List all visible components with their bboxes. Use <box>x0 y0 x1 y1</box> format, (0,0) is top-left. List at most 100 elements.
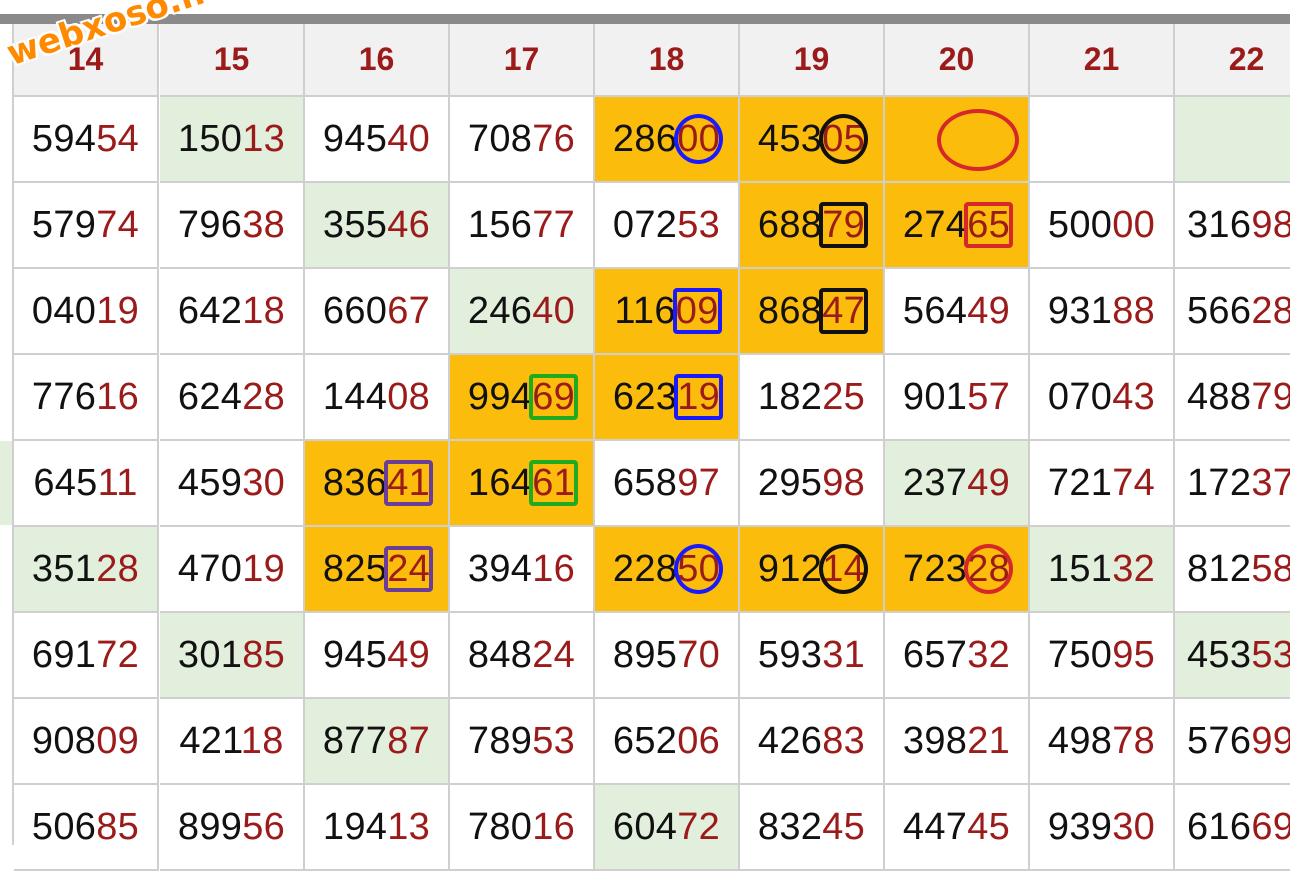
number-tail: 77 <box>532 203 576 246</box>
number-head: 688 <box>757 203 823 246</box>
result-number: 65897 <box>613 462 720 505</box>
number-tail: 38 <box>242 203 286 246</box>
number-tail: 53 <box>1251 633 1290 676</box>
number-head: 645 <box>33 461 98 504</box>
result-cell: 64511 <box>14 441 159 527</box>
result-cell <box>885 97 1030 183</box>
result-number: 07043 <box>1048 376 1155 419</box>
result-cell: 35546 <box>305 183 450 269</box>
lottery-results-table: 14 15 16 17 18 19 20 21 22 59454 15013 94540 70876 28… <box>0 0 1290 871</box>
number-head: 721 <box>1047 461 1113 504</box>
number-tail: 19 <box>96 289 140 332</box>
number-head: 877 <box>322 719 388 762</box>
result-cell: 59454 <box>14 97 159 183</box>
result-cell: 28600 <box>595 97 740 183</box>
number-head: 848 <box>467 633 533 676</box>
number-tail: 97 <box>677 461 721 504</box>
number-tail: 49 <box>967 461 1011 504</box>
result-number: 22850 <box>613 548 720 591</box>
result-cell: 89570 <box>595 613 740 699</box>
number-tail: 45 <box>967 805 1011 848</box>
number-tail: 99 <box>1251 719 1290 762</box>
number-head: 836 <box>322 461 388 504</box>
number-head: 708 <box>467 117 533 160</box>
number-tail: 24 <box>387 547 431 590</box>
result-cell: 48879 <box>1175 355 1290 441</box>
number-head: 394 <box>467 547 533 590</box>
number-head: 750 <box>1047 633 1113 676</box>
number-tail: 00 <box>1112 203 1156 246</box>
number-head: 164 <box>467 461 533 504</box>
number-head: 899 <box>177 805 243 848</box>
result-cell: 45930 <box>160 441 305 527</box>
result-cell <box>1175 97 1290 183</box>
result-number: 49878 <box>1048 720 1155 763</box>
number-tail: 72 <box>677 805 721 848</box>
number-tail: 30 <box>1112 805 1156 848</box>
number-tail: 30 <box>242 461 286 504</box>
result-number: 18225 <box>758 376 865 419</box>
result-cell: 87787 <box>305 699 450 785</box>
number-tail: 16 <box>96 375 140 418</box>
result-number: 59331 <box>758 634 865 677</box>
result-number: 44745 <box>903 806 1010 849</box>
result-cell: 90809 <box>14 699 159 785</box>
number-tail: 47 <box>822 289 866 332</box>
number-tail: 28 <box>242 375 286 418</box>
number-tail: 70 <box>677 633 721 676</box>
number-tail: 49 <box>967 289 1011 332</box>
number-tail: 69 <box>1251 805 1290 848</box>
result-number: 93930 <box>1048 806 1155 849</box>
number-tail: 57 <box>967 375 1011 418</box>
result-cell: 57974 <box>14 183 159 269</box>
result-cell: 93930 <box>1030 785 1175 871</box>
result-cell: 62428 <box>160 355 305 441</box>
number-head: 237 <box>902 461 968 504</box>
number-tail: 13 <box>242 117 286 160</box>
result-cell: 72328 <box>885 527 1030 613</box>
number-tail: 88 <box>1112 289 1156 332</box>
result-cell: 56628 <box>1175 269 1290 355</box>
number-head: 901 <box>902 375 968 418</box>
result-number: 78953 <box>468 720 575 763</box>
result-number: 17237 <box>1187 462 1290 505</box>
result-cell: 64218 <box>160 269 305 355</box>
number-tail: 24 <box>532 633 576 676</box>
result-number: 99469 <box>468 376 575 419</box>
result-cell: 90157 <box>885 355 1030 441</box>
number-head: 908 <box>31 719 97 762</box>
number-tail: 76 <box>532 117 576 160</box>
result-number: 31698 <box>1187 204 1290 247</box>
result-cell: 15132 <box>1030 527 1175 613</box>
number-head: 421 <box>179 719 241 762</box>
column-header-18: 18 <box>595 24 740 97</box>
result-cell: 81258 <box>1175 527 1290 613</box>
result-number: 65206 <box>613 720 720 763</box>
result-cell: 70876 <box>450 97 595 183</box>
result-cell: 82524 <box>305 527 450 613</box>
result-cell: 79638 <box>160 183 305 269</box>
number-head: 398 <box>902 719 968 762</box>
result-cell: 14408 <box>305 355 450 441</box>
number-head: 868 <box>757 289 823 332</box>
number-head: 616 <box>1187 805 1252 848</box>
result-cell <box>1030 97 1175 183</box>
number-tail: 85 <box>242 633 286 676</box>
number-head: 776 <box>31 375 97 418</box>
number-tail: 21 <box>967 719 1011 762</box>
number-head: 564 <box>902 289 968 332</box>
number-head: 151 <box>1047 547 1113 590</box>
number-tail: 98 <box>1251 203 1290 246</box>
number-tail: 56 <box>242 805 286 848</box>
number-tail: 61 <box>532 461 576 504</box>
number-tail: 19 <box>242 547 286 590</box>
result-cell: 60472 <box>595 785 740 871</box>
column-header-15: 15 <box>160 24 305 97</box>
number-head: 723 <box>902 547 968 590</box>
result-number: 94540 <box>323 118 430 161</box>
number-head: 660 <box>322 289 388 332</box>
result-number: 61669 <box>1187 806 1290 849</box>
result-number: 89570 <box>613 634 720 677</box>
number-tail: 40 <box>532 289 576 332</box>
number-tail: 58 <box>1251 547 1290 590</box>
